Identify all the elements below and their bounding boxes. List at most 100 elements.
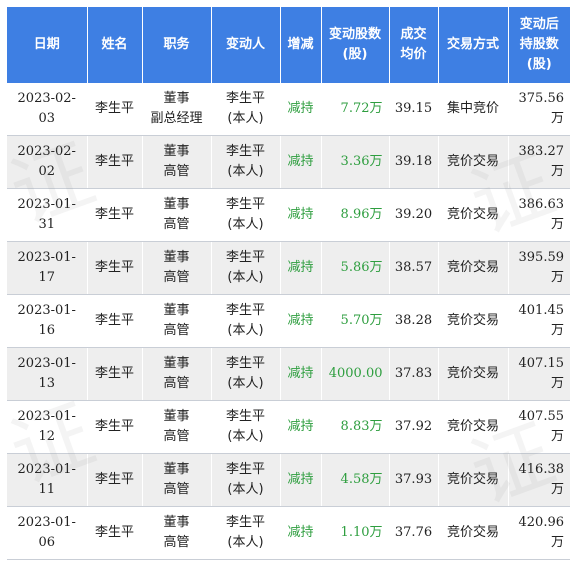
cell-position: 董事 高管 bbox=[142, 241, 212, 295]
table-row: 2023-01-13 李生平 董事 高管 李生平 (本人) 减持 4000.00 37.83 竞价… bbox=[7, 347, 570, 401]
cell-name: 李生平 bbox=[87, 83, 143, 136]
cell-trade-method: 竞价交易 bbox=[438, 347, 509, 401]
cell-position: 董事 高管 bbox=[142, 294, 212, 348]
cell-position: 董事 高管 bbox=[142, 188, 212, 242]
position-line-2: 高管 bbox=[163, 217, 190, 232]
header-direction: 增减 bbox=[280, 7, 322, 83]
cell-direction: 减持 bbox=[280, 400, 322, 454]
cell-direction: 减持 bbox=[280, 241, 322, 295]
table-row: 2023-02-02 李生平 董事 高管 李生平 (本人) 减持 3.36万 39.18 竞价交易… bbox=[7, 135, 570, 189]
table-row: 2023-01-12 李生平 董事 高管 李生平 (本人) 减持 8.83万 37.92 竞价交易… bbox=[7, 400, 570, 454]
changer-line-2: (本人) bbox=[227, 429, 264, 444]
changer-line-1: 李生平 bbox=[225, 91, 265, 106]
cell-avg-price: 37.76 bbox=[389, 506, 439, 560]
cell-changer: 李生平 (本人) bbox=[211, 188, 281, 242]
cell-holdings-after: 416.38万 bbox=[508, 453, 570, 507]
cell-direction: 减持 bbox=[280, 135, 322, 189]
cell-position: 董事 高管 bbox=[142, 135, 212, 189]
cell-name: 李生平 bbox=[87, 347, 143, 401]
table-row: 2023-01-31 李生平 董事 高管 李生平 (本人) 减持 8.96万 39.20 竞价交易… bbox=[7, 188, 570, 242]
cell-avg-price: 38.57 bbox=[389, 241, 439, 295]
cell-direction: 减持 bbox=[280, 347, 322, 401]
cell-direction: 减持 bbox=[280, 188, 322, 242]
position-line-1: 董事 bbox=[163, 250, 190, 265]
changer-line-1: 李生平 bbox=[225, 462, 265, 477]
cell-avg-price: 38.28 bbox=[389, 294, 439, 348]
changer-line-1: 李生平 bbox=[225, 356, 265, 371]
cell-date: 2023-01-31 bbox=[7, 188, 88, 242]
position-line-2: 高管 bbox=[163, 323, 190, 338]
cell-trade-method: 竞价交易 bbox=[438, 453, 509, 507]
header-change-shares: 变动股数 (股) bbox=[321, 7, 390, 83]
cell-name: 李生平 bbox=[87, 294, 143, 348]
header-position: 职务 bbox=[142, 7, 212, 83]
cell-trade-method: 竞价交易 bbox=[438, 188, 509, 242]
cell-change-shares: 4000.00 bbox=[321, 347, 390, 401]
table-row: 2023-02-03 李生平 董事 副总经理 李生平 (本人) 减持 7.72万 39.15 集中… bbox=[7, 83, 570, 136]
position-line-1: 董事 bbox=[163, 356, 190, 371]
cell-holdings-after: 395.59万 bbox=[508, 241, 570, 295]
position-line-1: 董事 bbox=[163, 197, 190, 212]
changer-line-2: (本人) bbox=[227, 111, 264, 126]
header-holdings-after: 变动后 持股数 (股) bbox=[508, 7, 570, 83]
position-line-2: 高管 bbox=[163, 429, 190, 444]
cell-avg-price: 39.20 bbox=[389, 188, 439, 242]
header-name: 姓名 bbox=[87, 7, 143, 83]
changer-line-1: 李生平 bbox=[225, 197, 265, 212]
cell-name: 李生平 bbox=[87, 241, 143, 295]
cell-trade-method: 竞价交易 bbox=[438, 506, 509, 560]
cell-trade-method: 竞价交易 bbox=[438, 241, 509, 295]
position-line-1: 董事 bbox=[163, 144, 190, 159]
changer-line-2: (本人) bbox=[227, 270, 264, 285]
cell-change-shares: 1.10万 bbox=[321, 506, 390, 560]
cell-changer: 李生平 (本人) bbox=[211, 135, 281, 189]
cell-position: 董事 高管 bbox=[142, 506, 212, 560]
cell-changer: 李生平 (本人) bbox=[211, 347, 281, 401]
cell-date: 2023-01-11 bbox=[7, 453, 88, 507]
cell-date: 2023-01-16 bbox=[7, 294, 88, 348]
changer-line-2: (本人) bbox=[227, 376, 264, 391]
cell-avg-price: 37.93 bbox=[389, 453, 439, 507]
cell-date: 2023-02-02 bbox=[7, 135, 88, 189]
cell-avg-price: 39.18 bbox=[389, 135, 439, 189]
header-date: 日期 bbox=[7, 7, 88, 83]
cell-changer: 李生平 (本人) bbox=[211, 400, 281, 454]
cell-name: 李生平 bbox=[87, 188, 143, 242]
position-line-1: 董事 bbox=[163, 409, 190, 424]
cell-direction: 减持 bbox=[280, 453, 322, 507]
table-row: 2023-01-17 李生平 董事 高管 李生平 (本人) 减持 5.86万 38.57 竞价交易… bbox=[7, 241, 570, 295]
cell-holdings-after: 375.56万 bbox=[508, 83, 570, 136]
cell-position: 董事 高管 bbox=[142, 347, 212, 401]
cell-direction: 减持 bbox=[280, 294, 322, 348]
cell-trade-method: 竞价交易 bbox=[438, 135, 509, 189]
position-line-2: 高管 bbox=[163, 376, 190, 391]
table-body: 2023-02-03 李生平 董事 副总经理 李生平 (本人) 减持 7.72万 39.15 集中… bbox=[7, 83, 570, 560]
cell-holdings-after: 383.27万 bbox=[508, 135, 570, 189]
position-line-1: 董事 bbox=[163, 515, 190, 530]
cell-name: 李生平 bbox=[87, 453, 143, 507]
cell-changer: 李生平 (本人) bbox=[211, 83, 281, 136]
position-line-2: 高管 bbox=[163, 482, 190, 497]
cell-holdings-after: 407.15万 bbox=[508, 347, 570, 401]
cell-change-shares: 8.96万 bbox=[321, 188, 390, 242]
table-row: 2023-01-06 李生平 董事 高管 李生平 (本人) 减持 1.10万 37.76 竞价交易… bbox=[7, 506, 570, 560]
changer-line-2: (本人) bbox=[227, 323, 264, 338]
position-line-1: 董事 bbox=[163, 462, 190, 477]
cell-direction: 减持 bbox=[280, 83, 322, 136]
cell-position: 董事 副总经理 bbox=[142, 83, 212, 136]
cell-changer: 李生平 (本人) bbox=[211, 294, 281, 348]
position-line-2: 高管 bbox=[163, 164, 190, 179]
cell-name: 李生平 bbox=[87, 135, 143, 189]
cell-trade-method: 集中竞价 bbox=[438, 83, 509, 136]
changer-line-1: 李生平 bbox=[225, 303, 265, 318]
position-line-2: 高管 bbox=[163, 535, 190, 550]
table-row: 2023-01-16 李生平 董事 高管 李生平 (本人) 减持 5.70万 38.28 竞价交易… bbox=[7, 294, 570, 348]
cell-change-shares: 5.86万 bbox=[321, 241, 390, 295]
cell-changer: 李生平 (本人) bbox=[211, 241, 281, 295]
cell-date: 2023-01-12 bbox=[7, 400, 88, 454]
cell-holdings-after: 401.45万 bbox=[508, 294, 570, 348]
changer-line-2: (本人) bbox=[227, 217, 264, 232]
position-line-2: 副总经理 bbox=[150, 111, 203, 126]
position-line-1: 董事 bbox=[163, 303, 190, 318]
cell-holdings-after: 407.55万 bbox=[508, 400, 570, 454]
